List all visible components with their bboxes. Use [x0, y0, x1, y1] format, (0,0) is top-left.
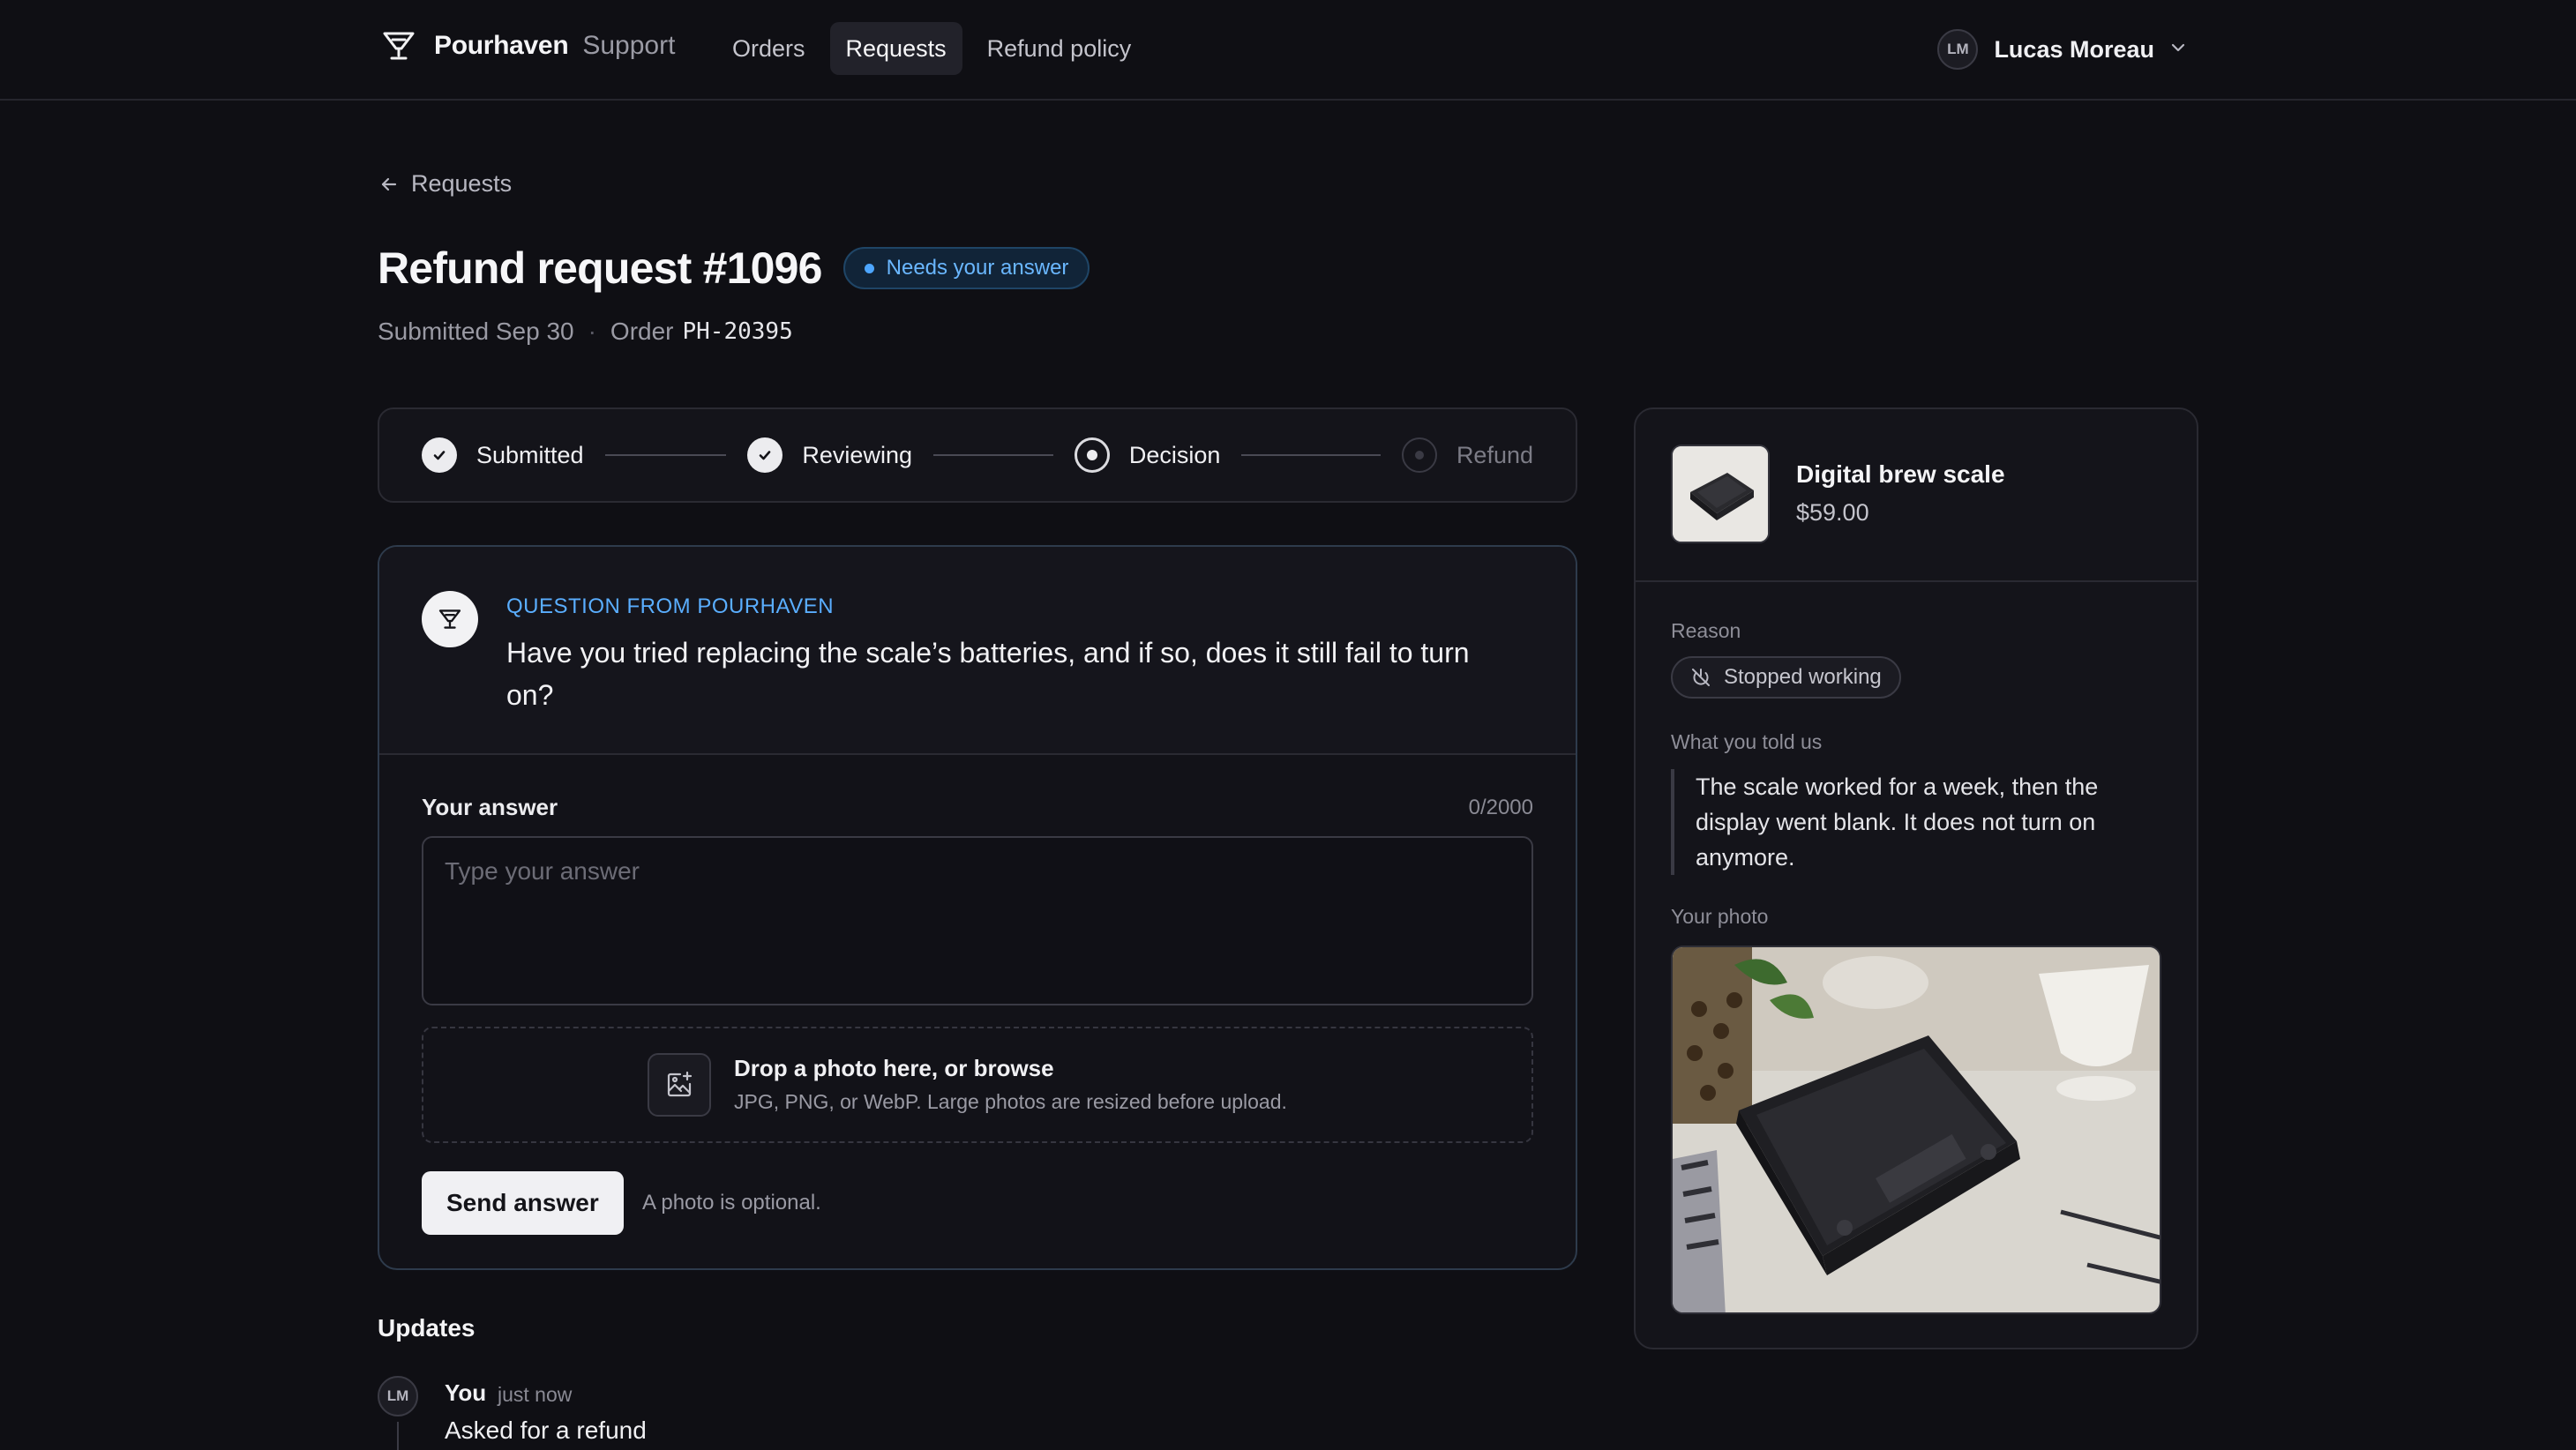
reason-chip: Stopped working — [1671, 656, 1901, 699]
step-label: Reviewing — [802, 441, 912, 468]
step-refund: Refund — [1401, 437, 1534, 473]
timeline-line — [397, 1422, 399, 1450]
brand-name: Pourhaven — [434, 31, 569, 60]
step-submitted: Submitted — [422, 437, 584, 473]
title-row: Refund request #1096 Needs your answer — [378, 243, 1090, 294]
product-price: $59.00 — [1796, 499, 1869, 526]
request-meta: Submitted Sep 30 · Order PH-20395 — [378, 318, 793, 346]
status-badge-label: Needs your answer — [886, 256, 1069, 280]
dropzone-title: Drop a photo here, or browse — [734, 1055, 1054, 1081]
product-thumbnail — [1671, 445, 1770, 543]
order-label: Order — [610, 318, 674, 345]
avatar: LM — [1937, 29, 1979, 70]
back-link-label: Requests — [411, 170, 513, 197]
add-image-icon — [648, 1053, 711, 1117]
dropzone-hint: JPG, PNG, or WebP. Large photos are resi… — [734, 1090, 1287, 1113]
progress-stepper: Submitted Reviewing Decision Refund — [378, 407, 1577, 503]
update-time: just now — [498, 1383, 573, 1406]
answer-label: Your answer — [422, 794, 558, 820]
nav-orders[interactable]: Orders — [716, 22, 821, 75]
told-us-label: What you told us — [1671, 730, 1823, 753]
step-label: Refund — [1456, 441, 1534, 468]
question-label: QUESTION FROM POURHAVEN — [506, 594, 835, 618]
submitted-date: Submitted Sep 30 — [378, 318, 574, 345]
avatar: LM — [378, 1376, 418, 1416]
power-off-icon — [1692, 669, 1710, 686]
page: Pourhaven Support Orders Requests Refund… — [0, 0, 2576, 1450]
question-card: QUESTION FROM POURHAVEN Have you tried r… — [378, 545, 1577, 1270]
step-reviewing: Reviewing — [747, 437, 912, 473]
answer-textarea[interactable] — [422, 836, 1533, 1005]
product-summary: Digital brew scale $59.00 — [1636, 409, 2197, 582]
step-connector — [604, 454, 727, 456]
question-text: Have you tried replacing the scale’s bat… — [506, 637, 1470, 711]
upcoming-step-icon — [1401, 437, 1437, 473]
page-title: Refund request #1096 — [378, 243, 822, 293]
brand[interactable]: Pourhaven Support — [379, 26, 675, 65]
check-icon — [422, 437, 457, 473]
customer-photo[interactable] — [1671, 945, 2161, 1314]
question-header: QUESTION FROM POURHAVEN Have you tried r… — [379, 547, 1576, 755]
updates-title: Updates — [378, 1314, 476, 1342]
character-count: 0/2000 — [1468, 796, 1533, 819]
step-connector — [1241, 454, 1381, 456]
step-label: Submitted — [476, 441, 584, 468]
update-author: You — [445, 1379, 487, 1406]
step-label: Decision — [1128, 441, 1221, 468]
brand-sub: Support — [582, 31, 676, 60]
nav-refund-policy[interactable]: Refund policy — [971, 22, 1148, 75]
step-connector — [932, 454, 1053, 456]
chevron-down-icon — [2168, 38, 2188, 62]
current-step-icon — [1074, 437, 1110, 473]
reason-text: Stopped working — [1724, 665, 1882, 689]
main-nav: Orders Requests Refund policy — [716, 22, 1147, 75]
pourhaven-avatar-icon — [422, 591, 478, 647]
status-dot-icon — [864, 263, 874, 273]
order-summary-card: Digital brew scale $59.00 Reason Stopped… — [1634, 407, 2198, 1349]
meta-separator: · — [588, 318, 596, 345]
back-link[interactable]: Requests — [379, 170, 512, 198]
pour-over-logo-icon — [379, 26, 418, 65]
user-name: Lucas Moreau — [1994, 35, 2154, 63]
status-badge: Needs your answer — [842, 247, 1090, 289]
customer-description: The scale worked for a week, then the di… — [1671, 769, 2165, 875]
order-id: PH-20395 — [682, 318, 793, 345]
send-answer-button[interactable]: Send answer — [422, 1171, 624, 1235]
update-text: Asked for a refund — [445, 1416, 647, 1444]
top-bar: Pourhaven Support Orders Requests Refund… — [0, 0, 2576, 101]
photo-dropzone[interactable]: Drop a photo here, or browse JPG, PNG, o… — [422, 1027, 1533, 1143]
check-icon — [747, 437, 783, 473]
nav-requests[interactable]: Requests — [829, 22, 962, 75]
user-menu[interactable]: LM Lucas Moreau — [1937, 28, 2188, 71]
photo-optional-note: A photo is optional. — [642, 1191, 821, 1215]
step-decision: Decision — [1074, 437, 1221, 473]
arrow-left-icon — [381, 177, 397, 191]
reason-label: Reason — [1671, 619, 1741, 642]
photo-label: Your photo — [1671, 905, 1769, 928]
product-name: Digital brew scale — [1796, 460, 2005, 488]
